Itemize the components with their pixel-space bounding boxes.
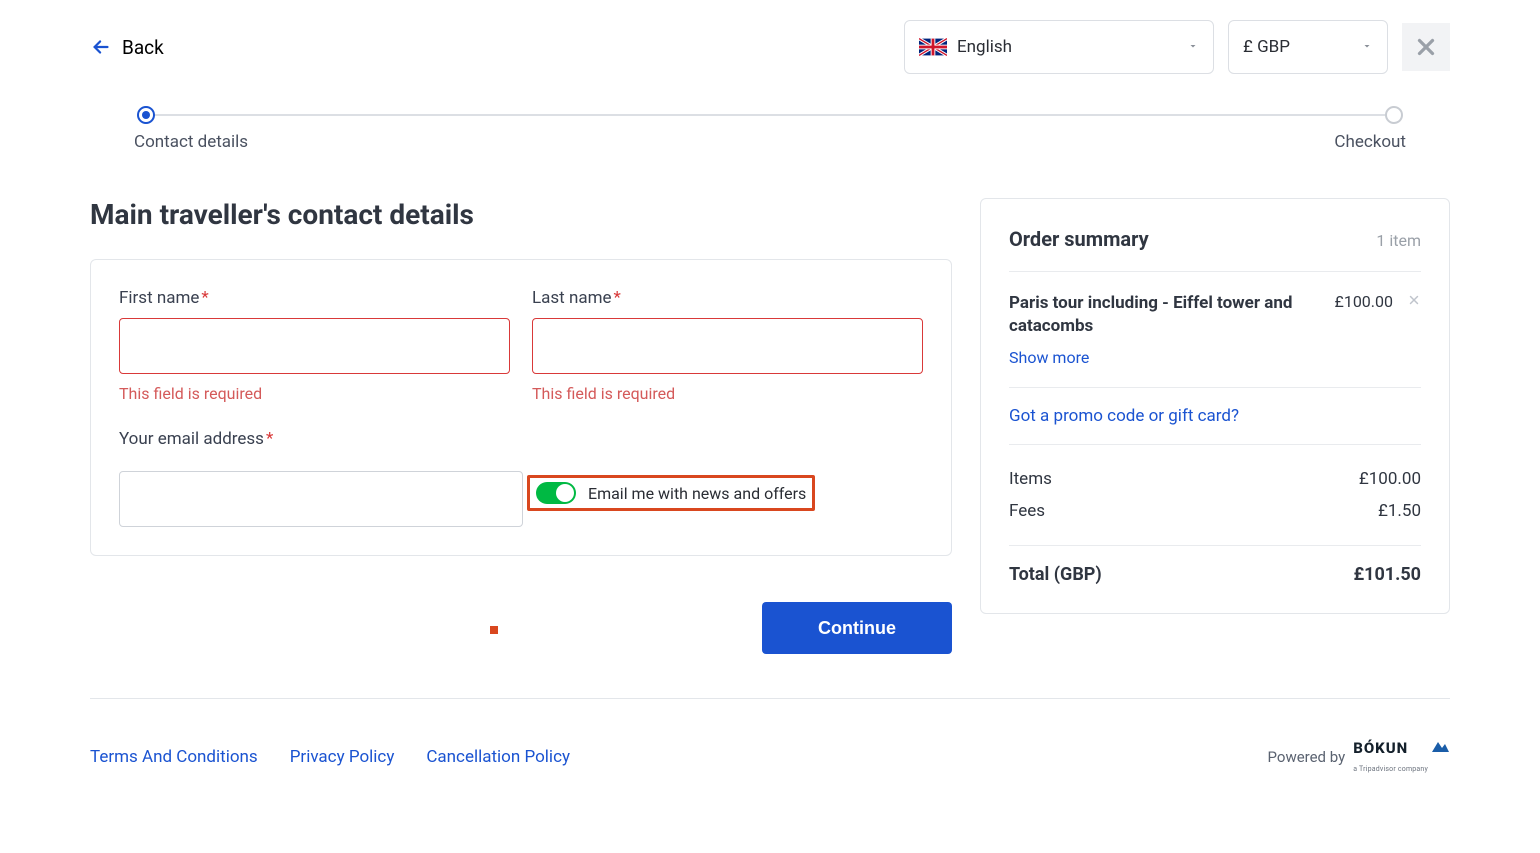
- progress-label-checkout: Checkout: [1334, 132, 1406, 152]
- opt-in-toggle[interactable]: [536, 482, 576, 504]
- first-name-label: First name*: [119, 288, 510, 308]
- chevron-down-icon: [1187, 37, 1199, 57]
- fees-label: Fees: [1009, 501, 1045, 521]
- language-label: English: [957, 37, 1012, 57]
- bokun-logo: BÓKUN a Tripadvisor company: [1353, 739, 1450, 775]
- progress-label-contact: Contact details: [134, 132, 248, 152]
- language-selector[interactable]: English: [904, 20, 1214, 74]
- remove-item-button[interactable]: [1407, 292, 1421, 311]
- order-summary-card: Order summary 1 item Paris tour includin…: [980, 198, 1450, 614]
- privacy-link[interactable]: Privacy Policy: [290, 747, 395, 767]
- first-name-input[interactable]: [119, 318, 510, 374]
- back-link[interactable]: Back: [90, 36, 164, 59]
- close-icon: [1407, 293, 1421, 307]
- summary-item-price: £100.00: [1335, 292, 1393, 311]
- total-label: Total (GBP): [1009, 564, 1102, 585]
- close-button[interactable]: [1402, 23, 1450, 71]
- red-marker: [490, 626, 498, 634]
- summary-item-name: Paris tour including - Eiffel tower and …: [1009, 292, 1321, 338]
- back-label: Back: [122, 36, 164, 59]
- show-more-link[interactable]: Show more: [1009, 348, 1089, 367]
- arrow-left-icon: [90, 36, 112, 58]
- continue-button[interactable]: Continue: [762, 602, 952, 654]
- items-value: £100.00: [1359, 469, 1421, 489]
- currency-label: £ GBP: [1243, 37, 1290, 57]
- promo-code-link[interactable]: Got a promo code or gift card?: [1009, 388, 1421, 445]
- page-title: Main traveller's contact details: [90, 198, 952, 231]
- email-input[interactable]: [119, 471, 523, 527]
- order-summary-title: Order summary: [1009, 227, 1149, 251]
- footer-separator: [90, 698, 1450, 699]
- fees-value: £1.50: [1378, 501, 1421, 521]
- total-value: £101.50: [1353, 564, 1421, 585]
- progress-step-checkout: [1385, 106, 1403, 124]
- opt-in-label: Email me with news and offers: [588, 484, 806, 503]
- email-label: Your email address*: [119, 429, 923, 449]
- powered-by: Powered by BÓKUN a Tripadvisor company: [1268, 739, 1450, 775]
- uk-flag-icon: [919, 38, 947, 56]
- progress-stepper: Contact details Checkout: [90, 114, 1450, 152]
- contact-form-card: First name* This field is required Last …: [90, 259, 952, 556]
- mountain-icon: [1430, 739, 1450, 753]
- cancellation-link[interactable]: Cancellation Policy: [426, 747, 570, 767]
- first-name-error: This field is required: [119, 384, 510, 403]
- items-label: Items: [1009, 469, 1052, 489]
- last-name-label: Last name*: [532, 288, 923, 308]
- last-name-input[interactable]: [532, 318, 923, 374]
- powered-by-label: Powered by: [1268, 748, 1346, 766]
- order-summary-count: 1 item: [1376, 231, 1421, 250]
- terms-link[interactable]: Terms And Conditions: [90, 747, 258, 767]
- currency-selector[interactable]: £ GBP: [1228, 20, 1388, 74]
- progress-step-contact: [137, 106, 155, 124]
- chevron-down-icon: [1361, 37, 1373, 57]
- close-icon: [1413, 34, 1439, 60]
- last-name-error: This field is required: [532, 384, 923, 403]
- opt-in-highlight: Email me with news and offers: [527, 475, 815, 511]
